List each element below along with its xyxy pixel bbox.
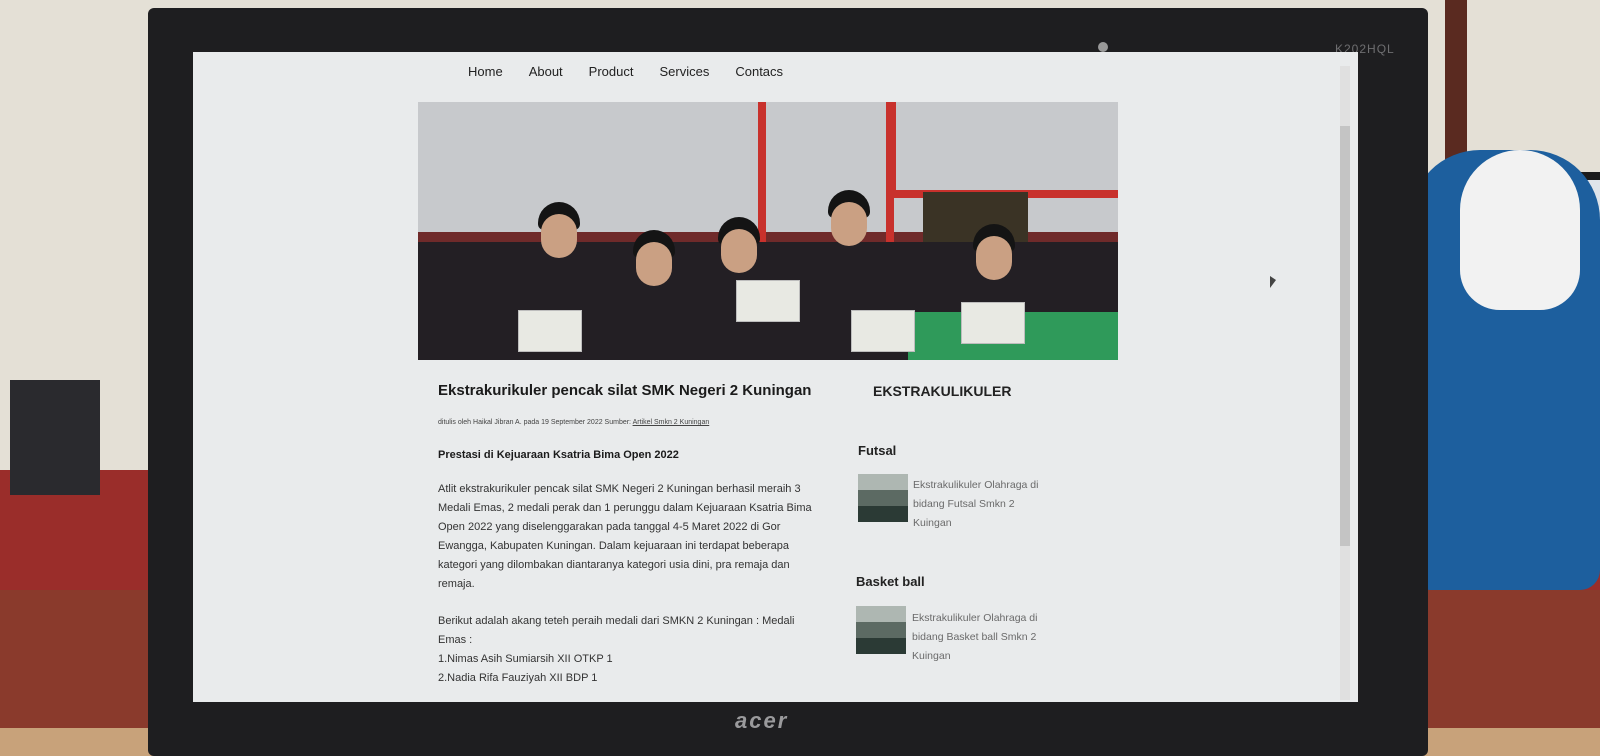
- article-meta: ditulis oleh Haikal Jibran A. pada 19 Se…: [438, 419, 710, 426]
- source-link[interactable]: Artikel Smkn 2 Kuningan: [633, 419, 710, 426]
- nav-services[interactable]: Services: [659, 64, 709, 79]
- sidebar-category-futsal[interactable]: Futsal: [858, 443, 896, 458]
- browser-viewport: Home About Product Services Contacs Ekst…: [193, 52, 1358, 702]
- article-title: Ekstrakurikuler pencak silat SMK Negeri …: [438, 382, 812, 399]
- sidebar-title: EKSTRAKULIKULER: [873, 383, 1012, 399]
- basketball-description[interactable]: Ekstrakulikuler Olahraga di bidang Baske…: [912, 609, 1062, 666]
- mouse-cursor-icon: [1270, 276, 1276, 288]
- futsal-description[interactable]: Ekstrakulikuler Olahraga di bidang Futsa…: [913, 476, 1063, 533]
- article-subtitle: Prestasi di Kejuaraan Ksatria Bima Open …: [438, 449, 679, 461]
- top-nav: Home About Product Services Contacs: [468, 64, 783, 79]
- page-scrollbar[interactable]: [1340, 66, 1350, 700]
- person-headscarf: [1460, 150, 1580, 310]
- basketball-thumbnail[interactable]: [856, 606, 906, 654]
- webcam: [1098, 42, 1108, 52]
- nav-about[interactable]: About: [529, 64, 563, 79]
- hero-photo: [418, 102, 1118, 360]
- monitor-brand-logo: acer: [735, 708, 789, 733]
- nav-home[interactable]: Home: [468, 64, 503, 79]
- futsal-thumbnail[interactable]: [858, 474, 908, 522]
- article-paragraph-1: Atlit ekstrakurikuler pencak silat SMK N…: [438, 483, 812, 590]
- article-paragraph-2: Berikut adalah akang teteh peraih medali…: [438, 615, 795, 684]
- scrollbar-thumb[interactable]: [1340, 126, 1350, 546]
- pc-cabinet: [10, 380, 100, 495]
- nav-contacs[interactable]: Contacs: [735, 64, 783, 79]
- nav-product[interactable]: Product: [589, 64, 634, 79]
- sidebar-category-basketball[interactable]: Basket ball: [856, 574, 925, 589]
